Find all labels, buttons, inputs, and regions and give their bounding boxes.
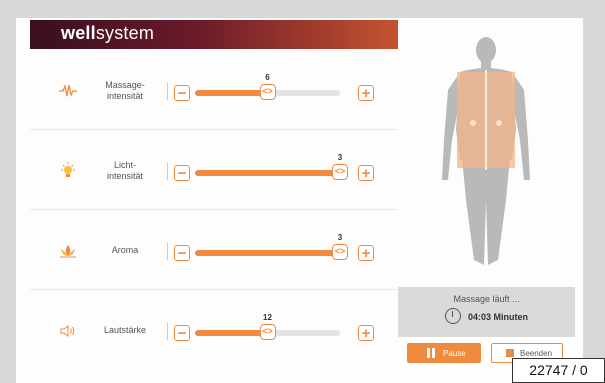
decrease-button[interactable]: − xyxy=(174,165,190,181)
divider xyxy=(167,82,168,100)
speaker-icon xyxy=(58,321,78,341)
decrease-button[interactable]: − xyxy=(174,325,190,341)
slider-knob[interactable]: <> xyxy=(259,324,276,340)
slider-fill xyxy=(195,90,268,96)
slider-fill xyxy=(195,330,268,336)
control-label: Massage-intensität xyxy=(105,80,145,101)
control-row-volume: Lautstärke − 12 <> + xyxy=(30,289,398,369)
body-figure-area xyxy=(398,20,575,280)
status-panel: Massage läuft ... 04:03 Minuten xyxy=(398,287,575,337)
pause-icon xyxy=(427,348,437,358)
zone-point-left xyxy=(470,120,476,126)
pause-label: Pause xyxy=(443,349,466,358)
increase-button[interactable]: + xyxy=(358,245,374,261)
decrease-button[interactable]: − xyxy=(174,85,190,101)
control-row-massage: Massage-intensität − 6 <> + xyxy=(30,49,398,130)
pause-button[interactable]: Pause xyxy=(407,343,481,363)
slider-track[interactable]: 3 <> xyxy=(195,153,348,180)
slider-knob[interactable]: <> xyxy=(332,164,348,180)
light-bulb-icon xyxy=(58,161,78,181)
control-row-light: Licht-intensität − 3 <> + xyxy=(30,129,398,210)
control-label: Licht-intensität xyxy=(106,160,144,181)
divider xyxy=(167,242,168,260)
slider-knob[interactable]: <> xyxy=(332,244,348,260)
zone-point-right xyxy=(496,120,502,126)
lotus-icon xyxy=(58,241,78,261)
slider-fill xyxy=(195,250,340,256)
control-row-aroma: Aroma − 3 <> + xyxy=(30,209,398,290)
divider xyxy=(167,162,168,180)
massage-wave-icon xyxy=(58,81,78,101)
slider-value: 3 xyxy=(337,233,343,242)
decrease-button[interactable]: − xyxy=(174,245,190,261)
control-label: Lautstärke xyxy=(103,325,147,335)
slider-track[interactable]: 6 <> xyxy=(195,73,340,100)
slider-fill xyxy=(195,170,340,176)
slider-track[interactable]: 12 <> xyxy=(195,313,340,340)
increase-button[interactable]: + xyxy=(358,325,374,341)
divider xyxy=(167,322,168,340)
frame-counter: 22747 / 0 xyxy=(512,358,605,383)
stop-label: Beenden xyxy=(520,349,553,358)
stop-icon xyxy=(506,349,514,357)
slider-value: 6 xyxy=(265,73,270,82)
wellsystem-logo: wellsystem xyxy=(61,23,155,43)
status-title: Massage läuft ... xyxy=(453,294,520,304)
slider-value: 12 xyxy=(263,313,272,322)
remaining-time: 04:03 Minuten xyxy=(468,312,529,322)
slider-knob[interactable]: <> xyxy=(259,84,276,100)
increase-button[interactable]: + xyxy=(358,85,374,101)
brand-header: wellsystem xyxy=(30,20,398,49)
slider-track[interactable]: 3 <> xyxy=(195,233,348,260)
increase-button[interactable]: + xyxy=(358,165,374,181)
body-figure xyxy=(442,37,530,265)
clock-icon xyxy=(445,308,461,324)
control-panel: Massage-intensität − 6 <> + Licht-intens… xyxy=(30,49,398,369)
slider-value: 3 xyxy=(337,153,343,162)
control-label: Aroma xyxy=(111,245,139,255)
